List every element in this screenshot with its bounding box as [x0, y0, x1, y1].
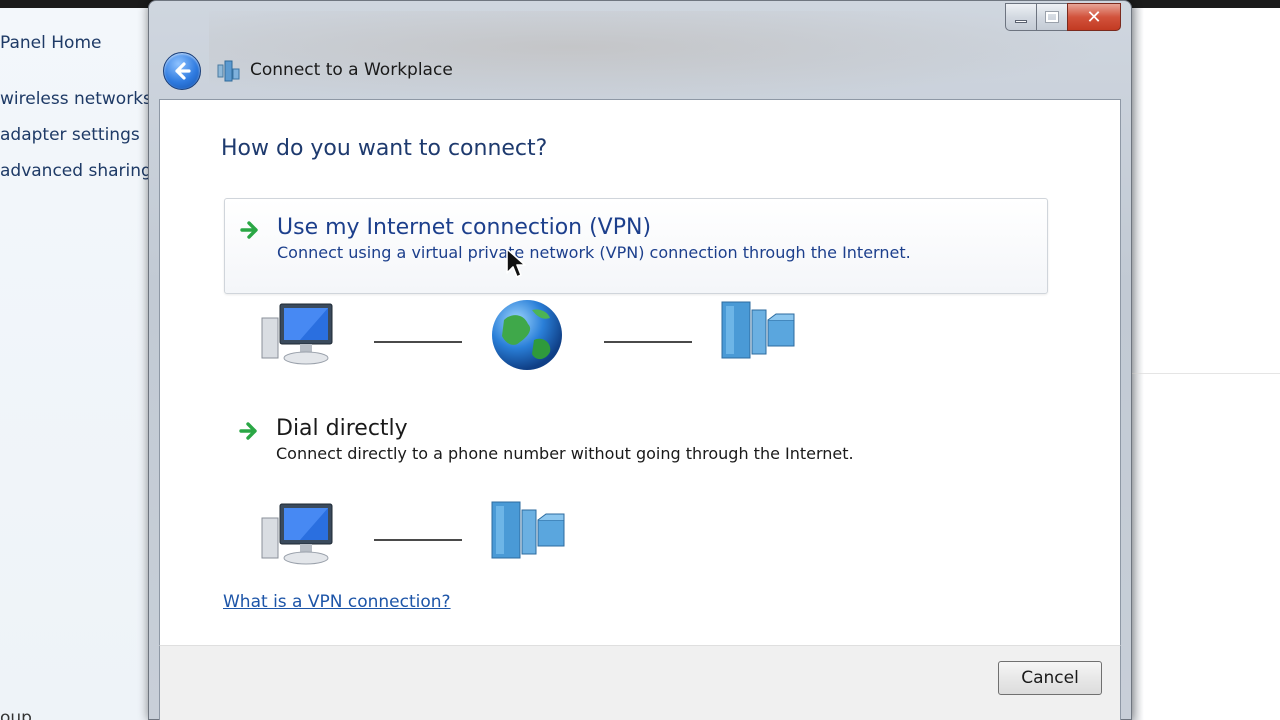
wizard-content: How do you want to connect? Use my Inter… — [159, 99, 1121, 645]
wizard-footer: Cancel — [159, 645, 1121, 720]
workplace-server-icon — [491, 501, 565, 559]
aero-glass-blur — [209, 11, 1109, 101]
connection-line — [374, 341, 462, 343]
dial-option-title: Dial directly — [276, 416, 408, 441]
close-button[interactable]: ✕ — [1067, 3, 1121, 31]
sidebar-link-wireless-networks[interactable]: wireless networks — [0, 89, 152, 109]
sidebar-link-panel-home[interactable]: Panel Home — [0, 33, 101, 53]
dial-option-description: Connect directly to a phone number witho… — [276, 444, 854, 463]
sidebar-link-advanced-sharing[interactable]: advanced sharing — [0, 161, 152, 181]
green-arrow-icon — [240, 221, 258, 239]
connection-line — [604, 341, 692, 343]
cancel-button[interactable]: Cancel — [998, 661, 1102, 695]
maximize-button[interactable] — [1036, 3, 1068, 31]
sidebar-link-adapter-settings[interactable]: adapter settings — [0, 125, 140, 145]
minimize-icon — [1015, 19, 1027, 23]
window-shadow — [1130, 8, 1144, 720]
dial-directly-option[interactable]: Dial directly Connect directly to a phon… — [224, 400, 1048, 470]
vpn-option-title: Use my Internet connection (VPN) — [277, 215, 652, 240]
maximize-icon — [1045, 11, 1059, 23]
back-button[interactable] — [163, 52, 201, 90]
what-is-vpn-link[interactable]: What is a VPN connection? — [223, 592, 451, 612]
computer-icon — [261, 303, 333, 365]
green-arrow-icon — [239, 422, 257, 440]
close-icon: ✕ — [1086, 6, 1102, 28]
window-title: Connect to a Workplace — [250, 60, 453, 80]
control-panel-right-edge — [1130, 8, 1280, 720]
connect-to-workplace-window: ✕ Connect to a Workplace How do you want… — [148, 0, 1132, 720]
control-panel-sidebar: Panel Home wireless networks adapter set… — [0, 8, 155, 720]
caption-buttons: ✕ — [1005, 3, 1121, 31]
workplace-server-icon — [721, 301, 795, 359]
globe-icon — [492, 300, 562, 370]
minimize-button[interactable] — [1005, 3, 1037, 31]
page-heading: How do you want to connect? — [221, 136, 548, 161]
vpn-option-description: Connect using a virtual private network … — [277, 243, 911, 262]
divider — [1130, 373, 1280, 374]
back-arrow-icon — [175, 62, 191, 80]
sidebar-bottom-fragment: oup — [0, 708, 32, 720]
vpn-option[interactable]: Use my Internet connection (VPN) Connect… — [224, 198, 1048, 294]
connection-line — [374, 539, 462, 541]
workplace-network-icon — [217, 60, 240, 82]
computer-icon — [261, 503, 333, 565]
mouse-cursor-icon — [506, 248, 526, 278]
